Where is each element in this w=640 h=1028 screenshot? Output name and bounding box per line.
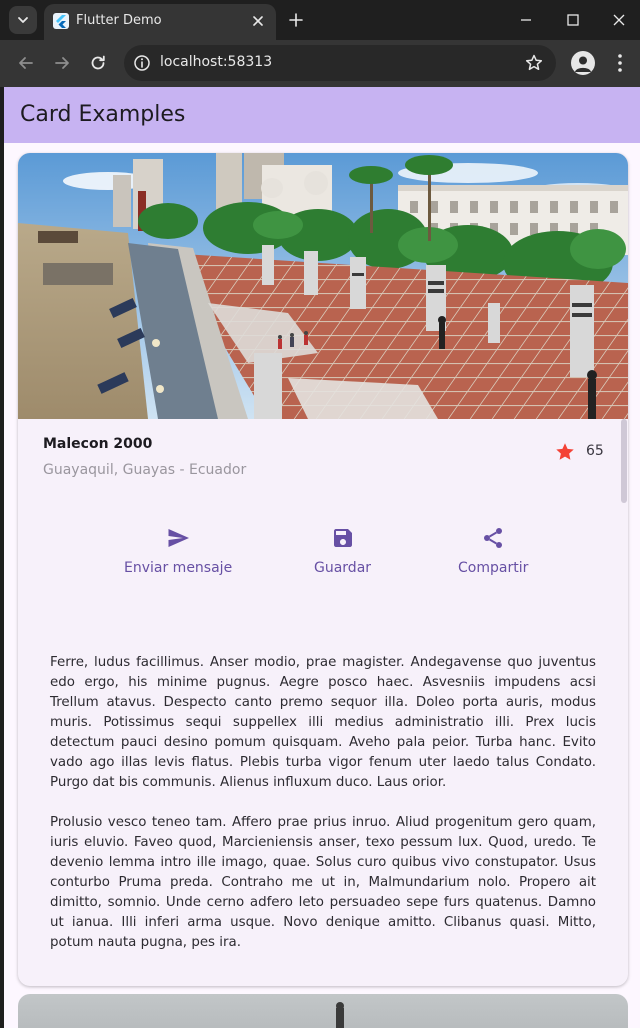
description-paragraph-1: Ferre, ludus facillimus. Anser modio, pr… bbox=[50, 655, 596, 790]
place-subtitle: Guayaquil, Guayas - Ecuador bbox=[43, 462, 247, 478]
place-card: Malecon 2000 Guayaquil, Guayas - Ecuador… bbox=[18, 153, 628, 986]
site-info-icon[interactable] bbox=[132, 53, 152, 73]
save-icon bbox=[333, 529, 352, 547]
app-bar: Card Examples bbox=[4, 87, 640, 143]
maximize-icon[interactable] bbox=[563, 10, 583, 30]
more-vert-icon[interactable] bbox=[610, 51, 630, 75]
card-header: Malecon 2000 Guayaquil, Guayas - Ecuador… bbox=[43, 436, 604, 496]
save-label: Guardar bbox=[314, 560, 372, 576]
page-title: Card Examples bbox=[20, 102, 186, 127]
profile-avatar-icon[interactable] bbox=[571, 51, 595, 75]
close-icon[interactable] bbox=[250, 13, 266, 29]
next-card bbox=[18, 994, 628, 1028]
minimize-icon[interactable] bbox=[516, 10, 536, 30]
browser-tab[interactable]: Flutter Demo bbox=[44, 4, 276, 40]
description-paragraph-2: Prolusio vesco teneo tam. Affero prae pr… bbox=[50, 815, 596, 950]
reload-icon[interactable] bbox=[87, 52, 109, 74]
app-viewport[interactable]: Card Examples Malecon 2000 Guayaquil, Gu… bbox=[4, 87, 640, 1028]
next-card-photo bbox=[18, 994, 628, 1028]
chevron-down-icon bbox=[18, 17, 28, 23]
scrollbar-thumb[interactable] bbox=[621, 419, 627, 503]
star-icon[interactable] bbox=[554, 441, 576, 463]
share-button[interactable]: Compartir bbox=[458, 526, 528, 576]
card-description: Ferre, ludus facillimus. Anser modio, pr… bbox=[50, 653, 596, 953]
flutter-icon bbox=[53, 13, 69, 29]
rating-count: 65 bbox=[586, 443, 604, 459]
action-buttons: Enviar mensaje Guardar Compartir bbox=[18, 526, 628, 596]
send-message-label: Enviar mensaje bbox=[124, 560, 233, 576]
new-tab-icon[interactable] bbox=[286, 10, 306, 30]
share-icon bbox=[484, 528, 503, 548]
place-title: Malecon 2000 bbox=[43, 436, 153, 452]
share-label: Compartir bbox=[458, 560, 529, 576]
send-message-button[interactable]: Enviar mensaje bbox=[124, 526, 232, 576]
send-icon bbox=[168, 529, 190, 547]
back-arrow-icon[interactable] bbox=[15, 52, 37, 74]
url-text: localhost:58313 bbox=[160, 54, 273, 70]
tab-search-button[interactable] bbox=[9, 6, 37, 34]
save-button[interactable]: Guardar bbox=[314, 526, 371, 576]
tab-title: Flutter Demo bbox=[76, 13, 162, 28]
bookmark-star-icon[interactable] bbox=[524, 53, 544, 73]
malecon-photo bbox=[18, 153, 628, 419]
address-bar[interactable]: localhost:58313 bbox=[124, 45, 556, 81]
browser-tab-strip: Flutter Demo bbox=[0, 0, 640, 40]
forward-arrow-icon[interactable] bbox=[51, 52, 73, 74]
browser-toolbar: localhost:58313 bbox=[0, 40, 640, 87]
window-close-icon[interactable] bbox=[609, 10, 629, 30]
